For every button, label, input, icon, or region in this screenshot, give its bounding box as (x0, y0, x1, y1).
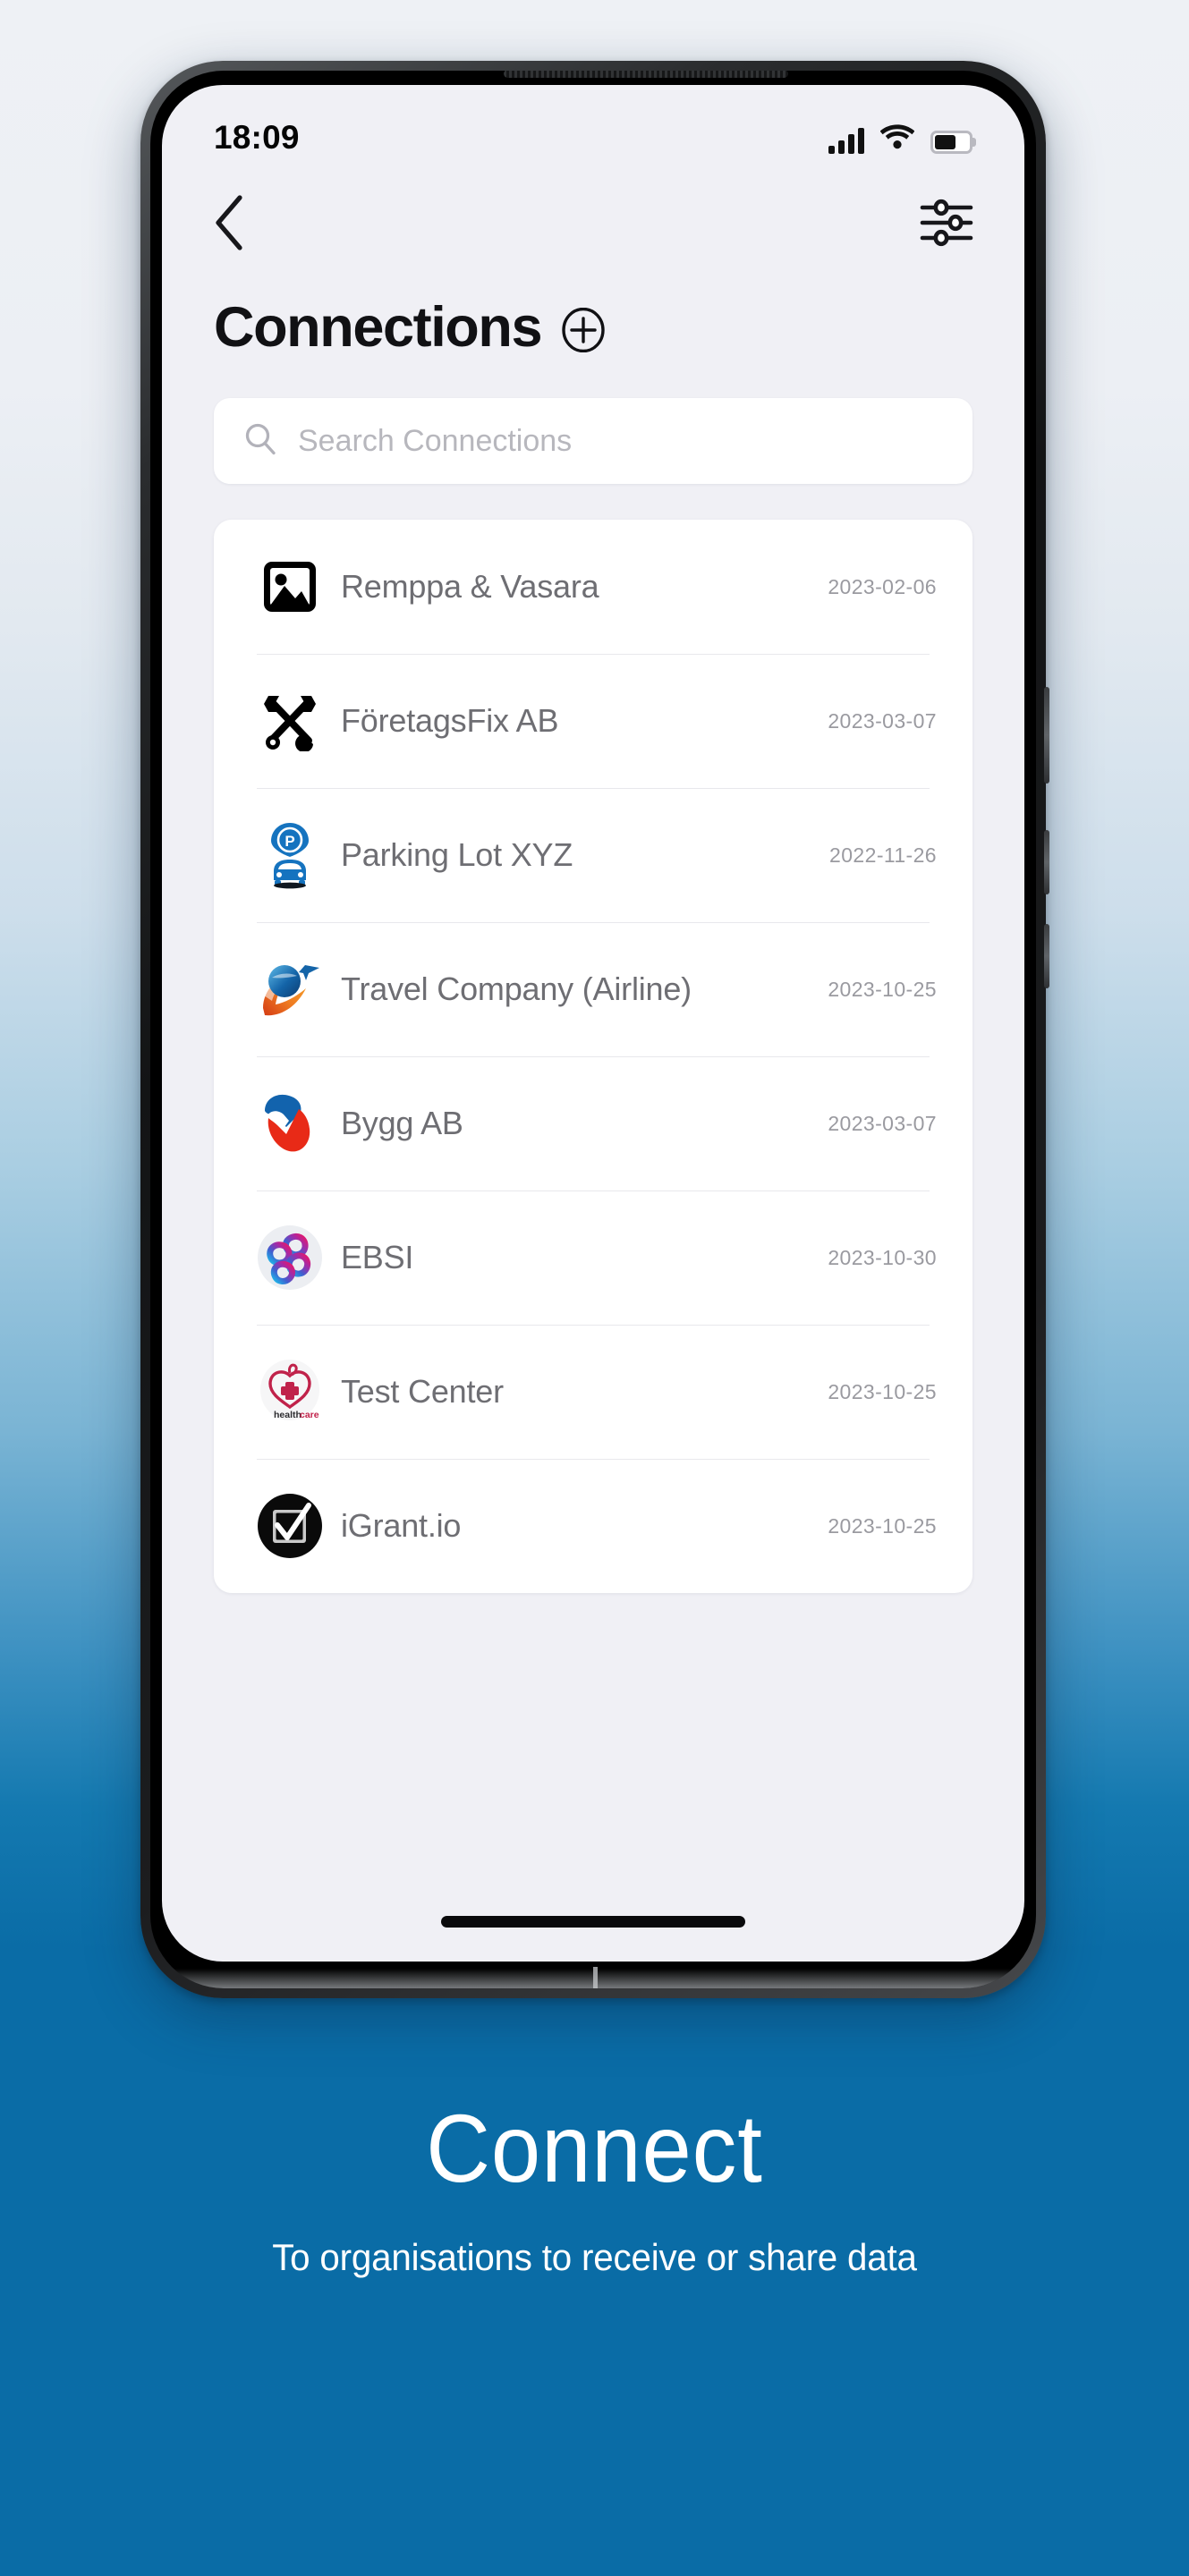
add-connection-button[interactable] (561, 307, 606, 355)
device-side-button (1044, 830, 1049, 894)
phone-bezel: 18:09 Connections Search Connections Rem… (150, 71, 1036, 1988)
status-bar-icons (828, 123, 972, 154)
healthcare-heart-icon: health care (255, 1357, 325, 1427)
connection-name: Travel Company (Airline) (341, 970, 692, 1008)
globe-airplane-icon (255, 954, 325, 1024)
igrant-checkbox-icon (255, 1491, 325, 1561)
home-indicator[interactable] (441, 1916, 745, 1928)
wifi-icon (879, 123, 915, 154)
connections-list: Remppa & Vasara 2023-02-06 FöretagsFix A… (214, 520, 972, 1594)
page-title: Connections (214, 296, 543, 359)
phone-screen: 18:09 Connections Search Connections Rem… (162, 85, 1024, 1962)
connection-row[interactable]: Bygg AB 2023-03-07 (219, 1056, 967, 1191)
poster-caption: Connect To organisations to receive or s… (0, 2100, 1189, 2279)
connection-date: 2023-03-07 (828, 1111, 937, 1135)
svg-text:care: care (300, 1410, 319, 1420)
crossed-tools-icon (255, 686, 325, 756)
svg-text:P: P (285, 833, 294, 850)
search-icon (242, 421, 278, 462)
plus-circle-icon (561, 307, 606, 355)
device-antenna-seam (593, 1967, 598, 1988)
cellular-signal-icon (828, 127, 864, 154)
connection-name: Test Center (341, 1373, 504, 1411)
connection-name: Bygg AB (341, 1105, 463, 1142)
connection-name: EBSI (341, 1239, 414, 1276)
sliders-filter-icon (919, 198, 974, 250)
ebsi-loops-icon (255, 1223, 325, 1292)
checkmark-swoosh-icon (255, 1089, 325, 1158)
caption-subtitle: To organisations to receive or share dat… (272, 2236, 917, 2278)
connection-date: 2023-10-25 (828, 1513, 937, 1538)
earpiece-speaker (504, 71, 789, 78)
status-bar-clock: 18:09 (214, 119, 300, 156)
connection-row[interactable]: Remppa & Vasara 2023-02-06 (219, 520, 967, 654)
status-bar: 18:09 (162, 85, 1024, 171)
page-header: Connections (162, 276, 1024, 357)
connection-date: 2023-03-07 (828, 708, 937, 733)
connection-row[interactable]: health care Test Center 2023-10-25 (219, 1325, 967, 1459)
chevron-left-icon (212, 194, 248, 253)
connection-date: 2023-10-25 (828, 977, 937, 1001)
connection-row[interactable]: Travel Company (Airline) 2023-10-25 (219, 922, 967, 1056)
poster: 18:09 Connections Search Connections Rem… (0, 0, 1189, 2576)
connection-row[interactable]: P Parking Lot XYZ 2022-11-26 (219, 788, 967, 922)
caption-title: Connect (426, 2094, 763, 2202)
connection-name: iGrant.io (341, 1507, 462, 1545)
filter-settings-button[interactable] (912, 192, 974, 255)
connection-row[interactable]: iGrant.io 2023-10-25 (219, 1459, 967, 1593)
phone-device-frame: 18:09 Connections Search Connections Rem… (140, 61, 1049, 1998)
connection-name: FöretagsFix AB (341, 702, 559, 740)
search-bar[interactable] (214, 398, 972, 485)
device-side-button (1044, 687, 1049, 784)
svg-text:health: health (274, 1410, 301, 1420)
device-side-button (1044, 924, 1049, 988)
connection-date: 2023-10-25 (828, 1379, 937, 1403)
search-input[interactable] (298, 423, 944, 459)
parking-car-icon: P (255, 820, 325, 890)
connection-date: 2023-10-30 (828, 1245, 937, 1269)
navigation-bar (162, 171, 1024, 276)
connection-name: Remppa & Vasara (341, 568, 599, 606)
battery-icon (930, 130, 972, 154)
connection-date: 2023-02-06 (828, 574, 937, 598)
image-placeholder-icon (255, 552, 325, 622)
back-button[interactable] (212, 194, 271, 253)
connection-name: Parking Lot XYZ (341, 836, 573, 874)
connection-row[interactable]: FöretagsFix AB 2023-03-07 (219, 654, 967, 788)
connection-date: 2022-11-26 (829, 843, 937, 867)
connection-row[interactable]: EBSI 2023-10-30 (219, 1191, 967, 1325)
